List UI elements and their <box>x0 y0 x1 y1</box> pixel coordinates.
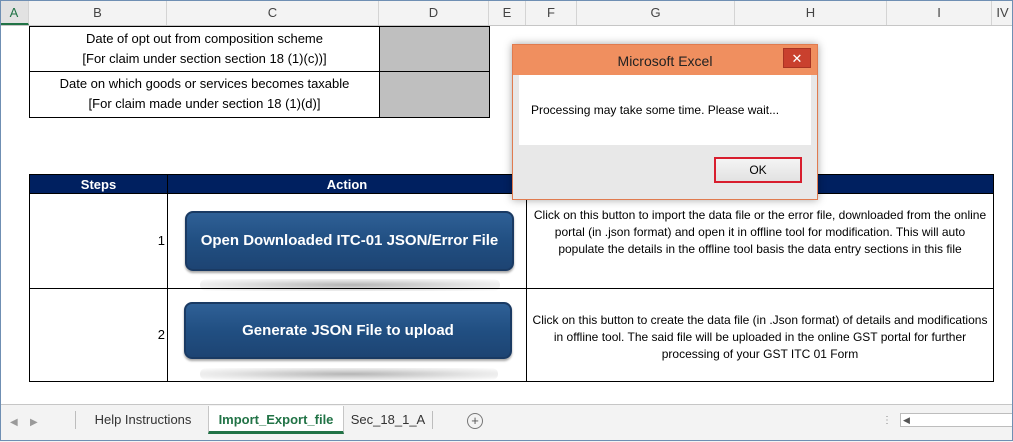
column-header-bar: A B C D E F G H I IV <box>0 0 1013 26</box>
column-header-d[interactable]: D <box>379 0 489 25</box>
close-icon[interactable]: ✕ <box>783 48 811 68</box>
column-header-i[interactable]: I <box>887 0 992 25</box>
add-sheet-icon[interactable]: + <box>467 413 483 429</box>
ok-button[interactable]: OK <box>714 157 802 183</box>
action-header: Action <box>167 174 527 194</box>
tab-help-instructions[interactable]: Help Instructions <box>78 406 208 434</box>
step-description-1: Click on this button to import the data … <box>526 193 994 289</box>
opt-out-date-label: Date of opt out from composition scheme … <box>29 26 380 72</box>
column-header-a[interactable]: A <box>0 0 29 25</box>
taxable-date-input[interactable] <box>379 71 490 118</box>
step-description-2: Click on this button to create the data … <box>526 288 994 382</box>
button-shadow-2 <box>200 368 498 380</box>
column-header-iv[interactable]: IV <box>992 0 1013 25</box>
worksheet-grid[interactable]: Date of opt out from composition scheme … <box>0 26 1013 404</box>
dialog-title-bar[interactable]: Microsoft Excel ✕ <box>513 45 817 75</box>
dialog-message: Processing may take some time. Please wa… <box>531 103 780 117</box>
column-header-g[interactable]: G <box>577 0 735 25</box>
sheet-tab-bar: ◀ ▶ Help Instructions Import_Export_file… <box>0 404 1013 442</box>
column-header-c[interactable]: C <box>167 0 379 25</box>
opt-out-date-input[interactable] <box>379 26 490 72</box>
scroll-left-icon[interactable]: ◀ <box>10 417 18 428</box>
processing-dialog: Microsoft Excel ✕ Processing may take so… <box>512 44 818 200</box>
scroll-right-icon[interactable]: ▶ <box>30 417 38 428</box>
more-options-icon[interactable]: ⋮ <box>882 415 892 426</box>
column-header-e[interactable]: E <box>489 0 526 25</box>
tab-import-export-file[interactable]: Import_Export_file <box>208 406 344 434</box>
open-json-error-file-button[interactable]: Open Downloaded ITC-01 JSON/Error File <box>185 211 514 271</box>
step-number-1: 1 <box>29 193 168 289</box>
opt-out-date-line1: Date of opt out from composition scheme <box>85 31 323 46</box>
horizontal-scrollbar[interactable]: ◀ <box>900 413 1013 427</box>
tab-separator <box>432 411 433 429</box>
taxable-date-line2: [For claim made under section 18 (1)(d)] <box>88 96 321 111</box>
tab-separator <box>75 411 76 429</box>
steps-header: Steps <box>29 174 168 194</box>
opt-out-date-line2: [For claim under section section 18 (1)(… <box>82 51 327 66</box>
column-header-h[interactable]: H <box>735 0 887 25</box>
step-number-2: 2 <box>29 288 168 382</box>
dialog-title: Microsoft Excel <box>617 53 713 69</box>
taxable-date-line1: Date on which goods or services becomes … <box>59 76 350 91</box>
dialog-body: Processing may take some time. Please wa… <box>519 75 811 145</box>
taxable-date-label: Date on which goods or services becomes … <box>29 71 380 118</box>
column-header-f[interactable]: F <box>526 0 577 25</box>
scrollbar-left-arrow-icon[interactable]: ◀ <box>903 414 910 426</box>
generate-json-file-button[interactable]: Generate JSON File to upload <box>184 302 512 359</box>
column-header-b[interactable]: B <box>29 0 167 25</box>
tab-sec-18-1-a[interactable]: Sec_18_1_A <box>344 406 432 434</box>
